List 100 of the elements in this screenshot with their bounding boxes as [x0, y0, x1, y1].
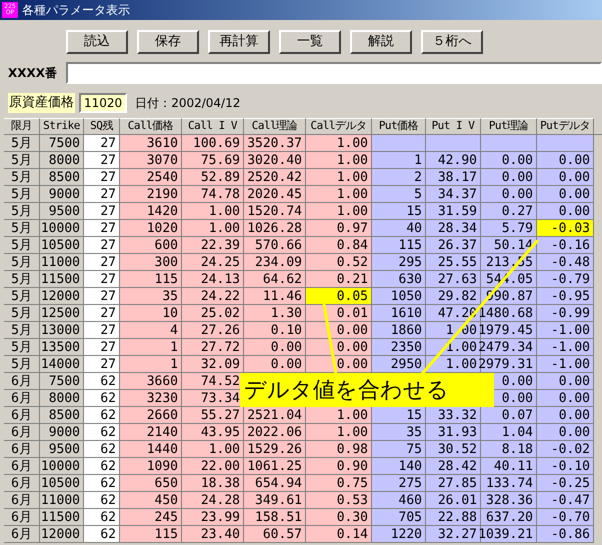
table-cell: 5月 — [4, 288, 40, 305]
table-cell — [481, 135, 537, 152]
column-header[interactable]: Putデルタ — [537, 118, 594, 135]
table-cell: 1.04 — [481, 424, 537, 441]
table-cell: 23.99 — [182, 509, 244, 526]
table-cell: 1090 — [120, 458, 182, 475]
table-cell: 9500 — [40, 441, 84, 458]
column-header[interactable]: Call I V — [182, 118, 244, 135]
table-cell: 29.82 — [426, 288, 481, 305]
table-cell: 25.55 — [426, 254, 481, 271]
table-cell: 0.30 — [306, 509, 372, 526]
table-cell: 7500 — [40, 373, 84, 390]
table-cell: 1061.25 — [244, 458, 306, 475]
table-cell: 10500 — [40, 237, 84, 254]
table-cell: 6月 — [4, 492, 40, 509]
toolbar-button[interactable]: 保存 — [137, 30, 199, 54]
table-cell: 40 — [372, 220, 426, 237]
table-cell: 27 — [84, 237, 120, 254]
table-cell: 62 — [84, 458, 120, 475]
toolbar-button[interactable]: 一覧 — [279, 30, 341, 54]
table-cell: 27 — [84, 356, 120, 373]
table-cell: 74.78 — [182, 186, 244, 203]
column-header[interactable]: Put I V — [426, 118, 481, 135]
table-cell: 140 — [372, 458, 426, 475]
table-cell — [537, 135, 594, 152]
table-cell: 0.00 — [537, 203, 594, 220]
table-cell: 0.07 — [481, 407, 537, 424]
table-cell: 62 — [84, 492, 120, 509]
column-header[interactable]: 限月 — [4, 118, 40, 135]
table-cell: 6月 — [4, 458, 40, 475]
table-cell: 637.20 — [481, 509, 537, 526]
table-cell: 27.26 — [182, 322, 244, 339]
table-cell: 1.00 — [306, 186, 372, 203]
table-cell: 650 — [120, 475, 182, 492]
table-cell: -0.16 — [537, 237, 594, 254]
table-cell: 450 — [120, 492, 182, 509]
table-cell: 23.40 — [182, 526, 244, 543]
table-cell: -0.70 — [537, 509, 594, 526]
table-cell: 100.69 — [182, 135, 244, 152]
table-cell: 1026.28 — [244, 220, 306, 237]
toolbar-button[interactable]: ５桁へ — [421, 30, 483, 54]
toolbar-button[interactable]: 読込 — [66, 30, 128, 54]
table-cell: -0.10 — [537, 458, 594, 475]
toolbar-button[interactable]: 再計算 — [208, 30, 270, 54]
table-cell: -0.48 — [537, 254, 594, 271]
table-cell: 2540 — [120, 169, 182, 186]
table-cell: 27 — [84, 169, 120, 186]
table-cell: 1440 — [120, 441, 182, 458]
table-cell: 0.14 — [306, 526, 372, 543]
underlying-price-field: 11020 — [79, 93, 128, 113]
table-cell: 34.37 — [426, 186, 481, 203]
table-cell: -1.00 — [537, 356, 594, 373]
table-cell: 6月 — [4, 390, 40, 407]
column-header[interactable]: Strike — [40, 118, 84, 135]
table-cell: 0.00 — [537, 424, 594, 441]
table-cell: 115 — [120, 526, 182, 543]
table-cell: 55.27 — [182, 407, 244, 424]
table-cell: -1.00 — [537, 322, 594, 339]
table-cell: 27 — [84, 254, 120, 271]
table-cell: -0.25 — [537, 475, 594, 492]
column-header[interactable]: Put理論 — [481, 118, 537, 135]
column-header[interactable]: Put価格 — [372, 118, 426, 135]
column-header[interactable]: Call価格 — [120, 118, 182, 135]
table-cell: 62 — [84, 407, 120, 424]
table-cell: 0.97 — [306, 220, 372, 237]
table-cell: 1.30 — [244, 305, 306, 322]
table-cell: 2479.34 — [481, 339, 537, 356]
table-cell: 28.34 — [426, 220, 481, 237]
column-header[interactable]: Call理論 — [244, 118, 306, 135]
table-cell: 5月 — [4, 339, 40, 356]
code-input-field[interactable] — [66, 62, 602, 84]
table-cell: 0.00 — [306, 322, 372, 339]
table-cell: 1.00 — [306, 203, 372, 220]
table-cell: 27 — [84, 186, 120, 203]
table-cell: 570.66 — [244, 237, 306, 254]
column-header[interactable]: SQ残 — [84, 118, 120, 135]
table-cell: 10500 — [40, 475, 84, 492]
table-cell: 3020.40 — [244, 152, 306, 169]
table-cell: 1039.21 — [481, 526, 537, 543]
underlying-label: 原資産価格 — [8, 93, 75, 113]
toolbar-button[interactable]: 解説 — [350, 30, 412, 54]
table-cell: 18.38 — [182, 475, 244, 492]
table-cell: 8500 — [40, 169, 84, 186]
table-cell: 0.00 — [306, 356, 372, 373]
table-cell: 0.00 — [306, 339, 372, 356]
table-cell: 11500 — [40, 271, 84, 288]
table-cell: 62 — [84, 390, 120, 407]
table-cell: 5月 — [4, 254, 40, 271]
table-cell: 25.02 — [182, 305, 244, 322]
column-header[interactable]: Callデルタ — [306, 118, 372, 135]
table-cell: 2020.45 — [244, 186, 306, 203]
table-cell: 15 — [372, 203, 426, 220]
table-cell: 0.00 — [481, 152, 537, 169]
table-cell: 42.90 — [426, 152, 481, 169]
table-cell: 0.84 — [306, 237, 372, 254]
table-cell: 5月 — [4, 305, 40, 322]
table-cell: 0.75 — [306, 475, 372, 492]
table-cell — [372, 135, 426, 152]
table-cell: 2022.06 — [244, 424, 306, 441]
table-cell: 26.37 — [426, 237, 481, 254]
